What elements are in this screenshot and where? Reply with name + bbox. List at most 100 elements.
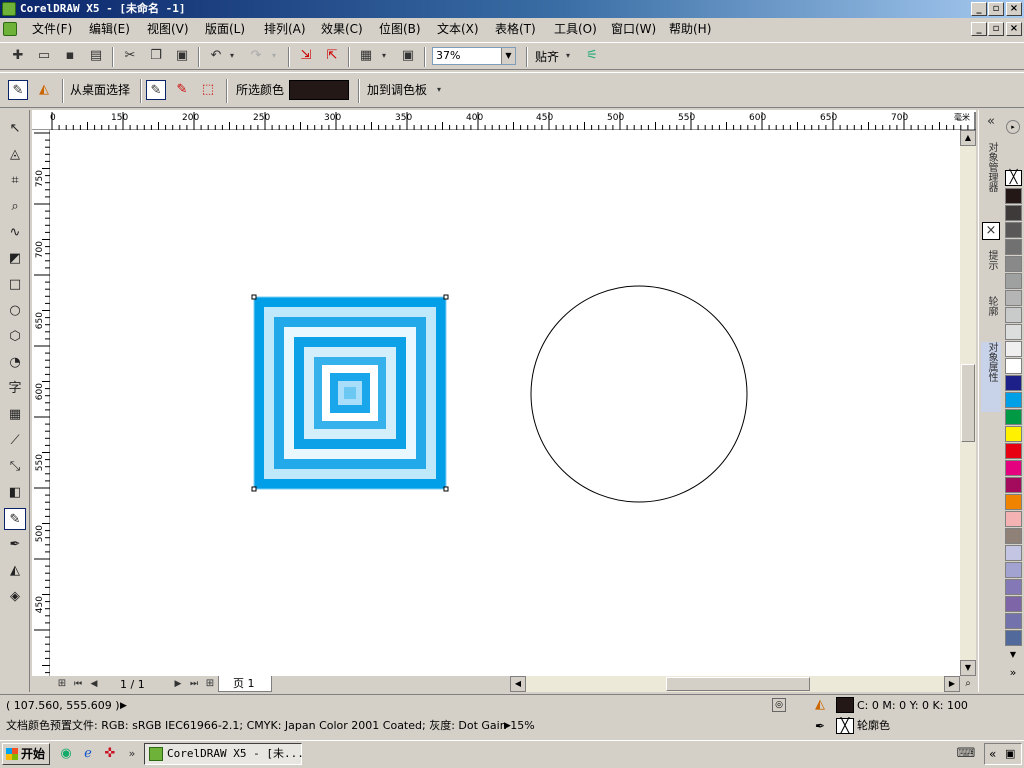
horizontal-scroll-thumb[interactable] (666, 677, 810, 691)
keyboard-tray-icon[interactable]: ⌨ (956, 744, 976, 764)
add-page-after-icon[interactable]: ⊞ (200, 674, 220, 694)
chrome-icon[interactable]: ◉ (56, 744, 76, 764)
docker-close-icon[interactable]: × (982, 222, 1000, 240)
square-gradient-object[interactable] (253, 296, 447, 490)
palette-swatch[interactable] (1005, 324, 1022, 340)
vertical-scroll-thumb[interactable] (961, 364, 975, 442)
palette-swatch[interactable] (1005, 511, 1022, 527)
palette-swatch[interactable] (1005, 630, 1022, 646)
outline-color-swatch[interactable]: ╳ (836, 718, 854, 734)
redo-dropdown-icon[interactable]: ▾ (268, 46, 280, 66)
dimension-tool-icon[interactable]: ⟋ (4, 430, 26, 452)
palette-swatch[interactable] (1005, 239, 1022, 255)
undo-icon[interactable]: ↶ (206, 46, 226, 66)
interactive-fill-tool-icon[interactable]: ◈ (4, 586, 26, 608)
undo-dropdown-icon[interactable]: ▾ (226, 46, 238, 66)
import-icon[interactable]: ⇲ (296, 46, 316, 66)
palette-scroll-up-icon[interactable]: ▸ (1006, 120, 1020, 134)
sample-selection-icon[interactable]: ⬚ (198, 80, 218, 100)
vertical-scrollbar[interactable]: ▲ ▼ (960, 130, 976, 676)
taskbar-coreldraw-button[interactable]: CorelDRAW X5 - [未... (144, 743, 304, 765)
menu-help[interactable]: 帮助(H) (669, 21, 711, 37)
menu-table[interactable]: 表格(T) (495, 21, 536, 37)
drawing-canvas[interactable] (50, 130, 960, 676)
palette-swatch[interactable] (1005, 358, 1022, 374)
palette-swatch[interactable] (1005, 341, 1022, 357)
close-button[interactable]: × (1006, 2, 1022, 16)
pick-tool-icon[interactable]: ↖ (4, 118, 26, 140)
basic-shapes-tool-icon[interactable]: ◔ (4, 352, 26, 374)
palette-swatch[interactable] (1005, 545, 1022, 561)
menu-text[interactable]: 文本(X) (437, 21, 479, 37)
palette-swatch[interactable] (1005, 443, 1022, 459)
fill-color-swatch[interactable] (836, 697, 854, 713)
blend-tool-icon[interactable]: ◧ (4, 482, 26, 504)
page-tab[interactable]: 页 1 (218, 676, 272, 692)
vertical-ruler[interactable]: 750 700 650 600 550 500 450 (32, 130, 50, 676)
sample-2x2-icon[interactable]: ✎ (172, 80, 192, 100)
snap-to-label[interactable]: 贴齐 (535, 50, 559, 64)
menu-window[interactable]: 窗口(W) (611, 21, 656, 37)
fill-tool-icon[interactable]: ◭ (4, 560, 26, 582)
app-launcher-icon[interactable]: ▦ (356, 46, 376, 66)
fill-status-icon[interactable]: ◭ (815, 697, 831, 713)
circle-object[interactable] (530, 285, 748, 503)
print-icon[interactable]: ▤ (86, 46, 106, 66)
app-launcher-dropdown-icon[interactable]: ▾ (378, 46, 390, 66)
paintbucket-mode-icon[interactable]: ◭ (34, 80, 54, 100)
scroll-left-arrow-icon[interactable]: ◀ (510, 676, 526, 692)
palette-swatch[interactable] (1005, 409, 1022, 425)
scroll-down-arrow-icon[interactable]: ▼ (960, 660, 976, 676)
zoom-dropdown-icon[interactable]: ▼ (501, 48, 515, 64)
palette-swatch[interactable] (1005, 222, 1022, 238)
palette-swatch[interactable] (1005, 375, 1022, 391)
menu-bitmaps[interactable]: 位图(B) (379, 21, 421, 37)
docker-tab-outline[interactable]: 轮廓 (981, 296, 1001, 336)
connector-tool-icon[interactable]: ⤡ (4, 456, 26, 478)
palette-swatch[interactable] (1005, 494, 1022, 510)
menu-arrange[interactable]: 排列(A) (264, 21, 306, 37)
palette-swatch[interactable] (1005, 205, 1022, 221)
crop-tool-icon[interactable]: ⌗ (4, 170, 26, 192)
eyedropper-mode-icon[interactable]: ✎ (8, 80, 28, 100)
docker-tab-object-properties[interactable]: 对象属性 (981, 342, 1001, 412)
document-color-profile[interactable]: 文档颜色预置文件: RGB: sRGB IEC61966-2.1; CMYK: … (6, 719, 535, 733)
horizontal-ruler[interactable]: 0 150 200 250 300 350 400 450 500 550 60… (48, 110, 976, 130)
open-icon[interactable]: ▭ (34, 46, 54, 66)
palette-swatch[interactable] (1005, 579, 1022, 595)
docker-tab-hints[interactable]: 提示 (981, 250, 1001, 290)
palette-swatch[interactable] (1005, 596, 1022, 612)
copy-icon[interactable]: ❐ (146, 46, 166, 66)
add-to-palette-button[interactable]: 加到调色板 (367, 83, 427, 97)
no-color-swatch[interactable]: ╳ (1005, 170, 1022, 186)
menu-edit[interactable]: 编辑(E) (89, 21, 130, 37)
zoom-level-select[interactable]: 37% ▼ (432, 47, 516, 65)
palette-swatch[interactable] (1005, 426, 1022, 442)
palette-swatch[interactable] (1005, 460, 1022, 476)
scroll-right-arrow-icon[interactable]: ▶ (944, 676, 960, 692)
profile-expand-icon[interactable]: ▶ (504, 719, 511, 733)
maximize-button[interactable]: ▫ (988, 2, 1004, 16)
rectangle-tool-icon[interactable]: □ (4, 274, 26, 296)
palette-swatch[interactable] (1005, 562, 1022, 578)
cut-icon[interactable]: ✂ (120, 46, 140, 66)
eyedropper-tool-icon[interactable]: ✎ (4, 508, 26, 530)
redo-icon[interactable]: ↷ (246, 46, 266, 66)
palette-swatch[interactable] (1005, 188, 1022, 204)
docker-collapse-icon[interactable]: « (981, 112, 1001, 132)
shape-tool-icon[interactable]: ◬ (4, 144, 26, 166)
paste-icon[interactable]: ▣ (172, 46, 192, 66)
outline-tool-icon[interactable]: ✒ (4, 534, 26, 556)
snap-status-icon[interactable]: ◎ (772, 698, 786, 712)
ellipse-tool-icon[interactable]: ○ (4, 300, 26, 322)
new-icon[interactable]: ✚ (8, 46, 28, 66)
navigator-icon[interactable]: ⌕ (960, 676, 976, 692)
table-tool-icon[interactable]: ▦ (4, 404, 26, 426)
welcome-screen-icon[interactable]: ▣ (398, 46, 418, 66)
smart-fill-tool-icon[interactable]: ◩ (4, 248, 26, 270)
sample-1x1-icon[interactable]: ✎ (146, 80, 166, 100)
polygon-tool-icon[interactable]: ⬡ (4, 326, 26, 348)
doc-restore-button[interactable]: ▫ (988, 22, 1004, 36)
options-icon[interactable]: ⚟ (582, 46, 602, 66)
ie-icon[interactable]: ℯ (78, 744, 98, 764)
